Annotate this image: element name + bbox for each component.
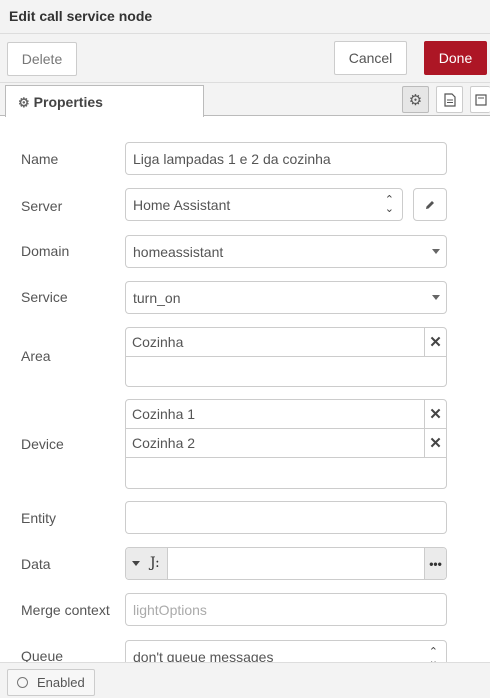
- tab-properties-label: Properties: [33, 94, 103, 110]
- domain-select[interactable]: homeassistant: [125, 235, 447, 268]
- updown-chevron-icon: ⌃ ⌄: [384, 194, 394, 215]
- appearance-tab-button[interactable]: [470, 86, 490, 113]
- server-value: Home Assistant: [133, 196, 231, 213]
- enabled-label: Enabled: [37, 675, 85, 690]
- data-type-selector[interactable]: J:: [126, 548, 168, 579]
- name-value: Liga lampadas 1 e 2 da cozinha: [133, 150, 331, 167]
- remove-icon[interactable]: ✕: [424, 328, 446, 356]
- done-button[interactable]: Done: [424, 41, 487, 75]
- device-label: Device: [21, 436, 64, 452]
- area-multiselect[interactable]: Cozinha ✕: [125, 327, 447, 387]
- queue-label: Queue: [21, 648, 64, 662]
- service-value: turn_on: [133, 289, 181, 306]
- dropdown-arrow-icon: [432, 295, 440, 300]
- expand-editor-button[interactable]: •••: [424, 548, 446, 579]
- service-select[interactable]: turn_on: [125, 281, 447, 314]
- server-select[interactable]: Home Assistant ⌃ ⌄: [125, 188, 403, 221]
- delete-button[interactable]: Delete: [7, 42, 77, 76]
- entity-label: Entity: [21, 510, 57, 526]
- device-chip-label: Cozinha 1: [132, 406, 196, 422]
- dialog-toolbar: Delete Cancel Done: [0, 34, 490, 83]
- device-chip: Cozinha 2 ✕: [126, 429, 446, 458]
- data-label: Data: [21, 556, 51, 572]
- dropdown-arrow-icon: [132, 561, 140, 566]
- dialog-footer: Enabled: [0, 662, 490, 698]
- cancel-button[interactable]: Cancel: [334, 41, 407, 75]
- description-icon: [443, 92, 456, 107]
- merge-context-input[interactable]: lightOptions: [125, 593, 447, 626]
- tab-bar: ⚙ Properties ⚙: [0, 83, 490, 117]
- properties-form: Name Liga lampadas 1 e 2 da cozinha Serv…: [0, 116, 490, 662]
- remove-icon[interactable]: ✕: [424, 400, 446, 428]
- entity-input[interactable]: [125, 501, 447, 534]
- queue-value: don't queue messages: [133, 648, 274, 663]
- edit-server-button[interactable]: [413, 188, 447, 221]
- dialog-header: Edit call service node: [0, 0, 490, 34]
- circle-icon: [17, 677, 28, 688]
- merge-context-label: Merge context: [21, 602, 110, 618]
- ellipsis-icon: •••: [429, 556, 442, 571]
- appearance-icon: [474, 93, 487, 106]
- device-chip-label: Cozinha 2: [132, 435, 196, 451]
- area-chip: Cozinha ✕: [126, 328, 446, 357]
- dropdown-arrow-icon: [432, 249, 440, 254]
- tab-properties[interactable]: ⚙ Properties: [5, 85, 204, 117]
- merge-context-placeholder: lightOptions: [133, 601, 207, 618]
- settings-tab-button[interactable]: ⚙: [402, 86, 429, 113]
- domain-value: homeassistant: [133, 243, 224, 260]
- device-chip: Cozinha 1 ✕: [126, 400, 446, 429]
- gear-icon: ⚙: [408, 91, 423, 109]
- device-multiselect[interactable]: Cozinha 1 ✕ Cozinha 2 ✕: [125, 399, 447, 489]
- gear-icon: ⚙: [18, 95, 30, 110]
- queue-select[interactable]: don't queue messages ⌃ ⌄: [125, 640, 447, 662]
- data-typed-input[interactable]: J: •••: [125, 547, 447, 580]
- service-label: Service: [21, 289, 68, 305]
- description-tab-button[interactable]: [436, 86, 463, 113]
- updown-chevron-icon: ⌃ ⌄: [428, 646, 438, 663]
- area-chip-label: Cozinha: [132, 334, 184, 350]
- enabled-toggle[interactable]: Enabled: [7, 669, 95, 696]
- json-type-icon: J:: [150, 555, 160, 571]
- pencil-icon: [426, 200, 434, 209]
- remove-icon[interactable]: ✕: [424, 429, 446, 457]
- domain-label: Domain: [21, 243, 70, 259]
- area-label: Area: [21, 348, 51, 364]
- dialog-title: Edit call service node: [9, 8, 153, 24]
- name-label: Name: [21, 151, 59, 167]
- name-input[interactable]: Liga lampadas 1 e 2 da cozinha: [125, 142, 447, 175]
- server-label: Server: [21, 198, 63, 214]
